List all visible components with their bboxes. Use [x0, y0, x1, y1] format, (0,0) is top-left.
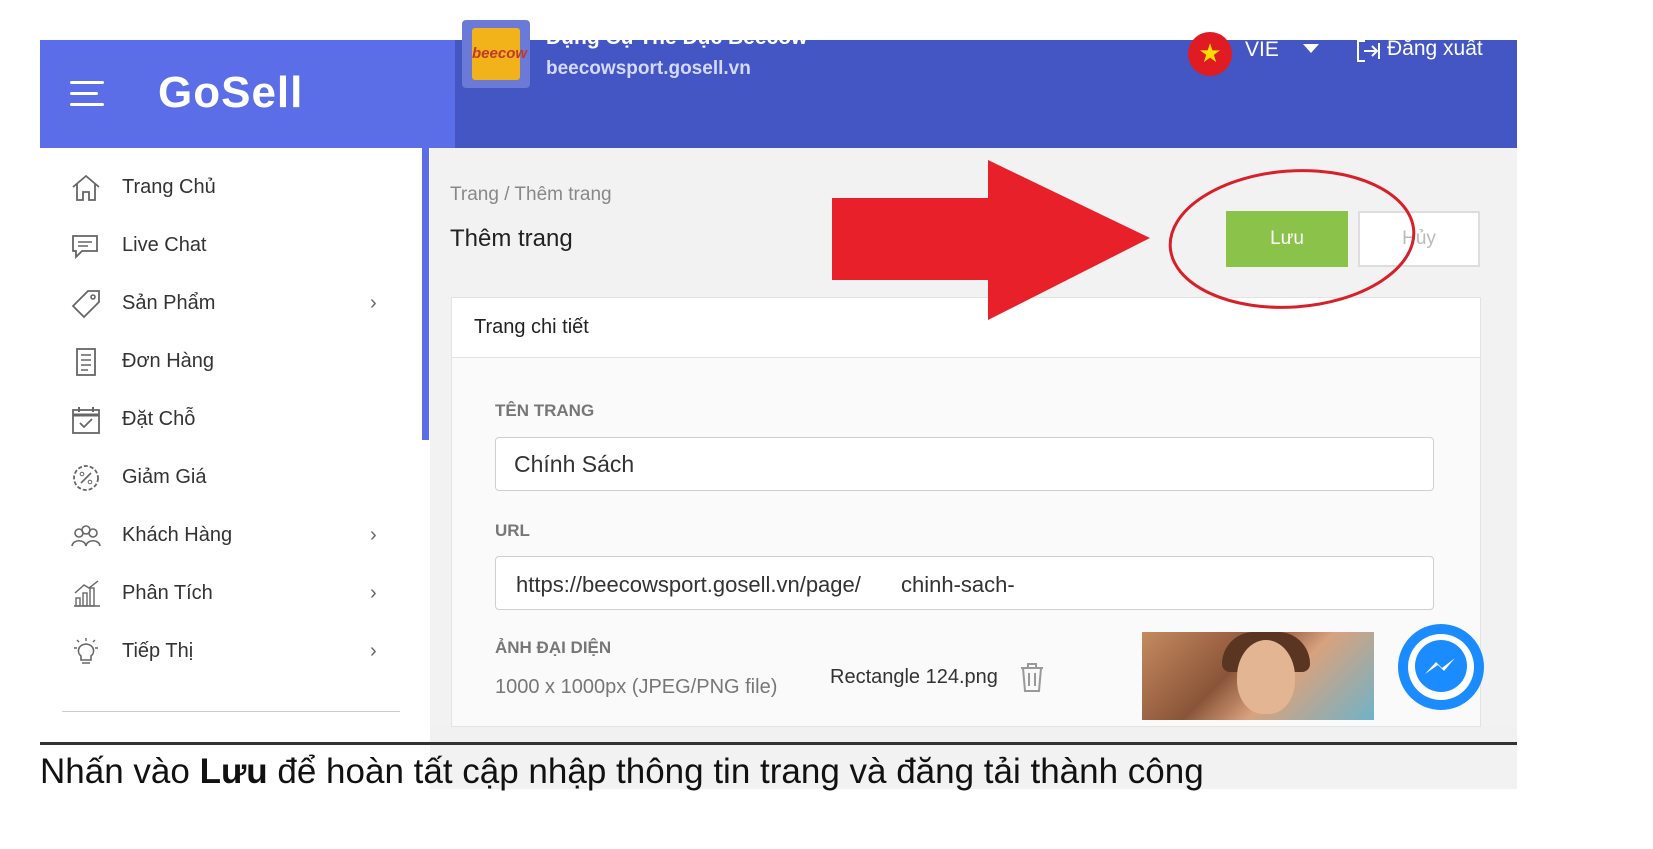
vietnam-flag-icon[interactable]: ★ — [1188, 32, 1232, 76]
url-slug-input[interactable]: chinh-sach- — [901, 572, 1015, 598]
sidebar-item-live-chat[interactable]: Live Chat — [70, 224, 390, 268]
sidebar-scroll-accent — [422, 148, 429, 440]
language-selector[interactable]: VIE — [1245, 38, 1279, 62]
url-field[interactable]: https://beecowsport.gosell.vn/page/ chin… — [495, 556, 1434, 610]
sidebar-item-label: Đặt Chỗ — [122, 408, 196, 430]
document-icon — [76, 348, 96, 376]
sidebar-item-home[interactable]: Trang Chủ — [70, 166, 390, 210]
screenshot-bottom-border — [40, 742, 1517, 745]
page-title: Thêm trang — [450, 225, 573, 252]
store-name: Dụng Cụ Thể Dục Beecow — [546, 26, 808, 49]
messenger-icon — [1408, 634, 1474, 700]
page-name-field[interactable] — [495, 437, 1434, 491]
page-margin — [1517, 40, 1653, 800]
sidebar-item-orders[interactable]: Đơn Hàng — [70, 340, 390, 384]
url-label: URL — [495, 521, 530, 540]
red-arrow-annotation — [832, 160, 1150, 320]
red-circle-annotation — [1168, 169, 1416, 309]
breadcrumb[interactable]: Trang / Thêm trang — [450, 184, 612, 206]
page-name-label: TÊN TRANG — [495, 401, 595, 420]
sidebar-item-label: Khách Hàng — [122, 524, 233, 546]
tag-icon — [71, 290, 100, 319]
sidebar-item-customers[interactable]: Khách Hàng › — [70, 514, 390, 558]
topbar-brand-area: GoSell — [40, 40, 455, 148]
gosell-logo: GoSell — [158, 68, 304, 117]
home-icon — [72, 174, 100, 201]
trash-icon[interactable] — [1018, 661, 1046, 693]
sidebar-item-label: Tiếp Thị — [122, 640, 194, 662]
calendar-icon — [72, 407, 100, 434]
sidebar-item-analytics[interactable]: Phân Tích › — [70, 572, 390, 616]
messenger-chat-button[interactable] — [1398, 624, 1484, 710]
discount-icon — [73, 465, 99, 491]
page-name-input[interactable] — [496, 438, 1433, 490]
avatar-size-hint: 1000 x 1000px (JPEG/PNG file) — [495, 676, 778, 698]
chevron-down-icon[interactable] — [1303, 44, 1319, 53]
logout-icon[interactable] — [1355, 38, 1381, 64]
sidebar-item-label: Phân Tích — [122, 582, 213, 604]
chat-icon — [72, 235, 98, 260]
sidebar-item-booking[interactable]: Đặt Chỗ — [70, 398, 390, 442]
sidebar-divider — [62, 711, 400, 712]
caption-text: Nhấn vào Lưu để hoàn tất cập nhập thông … — [40, 752, 1204, 791]
logout-button[interactable]: Đăng xuất — [1387, 37, 1483, 61]
avatar-image — [1142, 632, 1374, 720]
card-title: Trang chi tiết — [474, 316, 589, 338]
sidebar-item-marketing[interactable]: Tiếp Thị › — [70, 630, 390, 674]
sidebar-item-products[interactable]: Sản Phẩm › — [70, 282, 390, 326]
store-logo: beecow — [462, 20, 530, 88]
avatar-file-name: Rectangle 124.png — [830, 666, 998, 688]
users-icon — [71, 525, 101, 547]
chevron-right-icon: › — [370, 640, 377, 662]
sidebar-item-label: Giảm Giá — [122, 466, 207, 488]
url-prefix: https://beecowsport.gosell.vn/page/ — [516, 572, 861, 597]
chevron-right-icon: › — [370, 292, 377, 314]
analytics-icon — [74, 580, 100, 607]
sidebar-item-label: Sản Phẩm — [122, 292, 216, 314]
lightbulb-icon — [74, 638, 98, 664]
chevron-right-icon: › — [370, 582, 377, 604]
chevron-right-icon: › — [370, 524, 377, 546]
hamburger-menu-icon[interactable] — [70, 81, 108, 107]
sidebar-item-discounts[interactable]: Giảm Giá — [70, 456, 390, 500]
sidebar-item-label: Đơn Hàng — [122, 350, 215, 372]
store-url[interactable]: beecowsport.gosell.vn — [546, 58, 751, 80]
sidebar-item-label: Trang Chủ — [122, 176, 216, 198]
avatar-label: ẢNH ĐẠI DIỆN — [495, 638, 612, 657]
sidebar-item-label: Live Chat — [122, 234, 207, 256]
